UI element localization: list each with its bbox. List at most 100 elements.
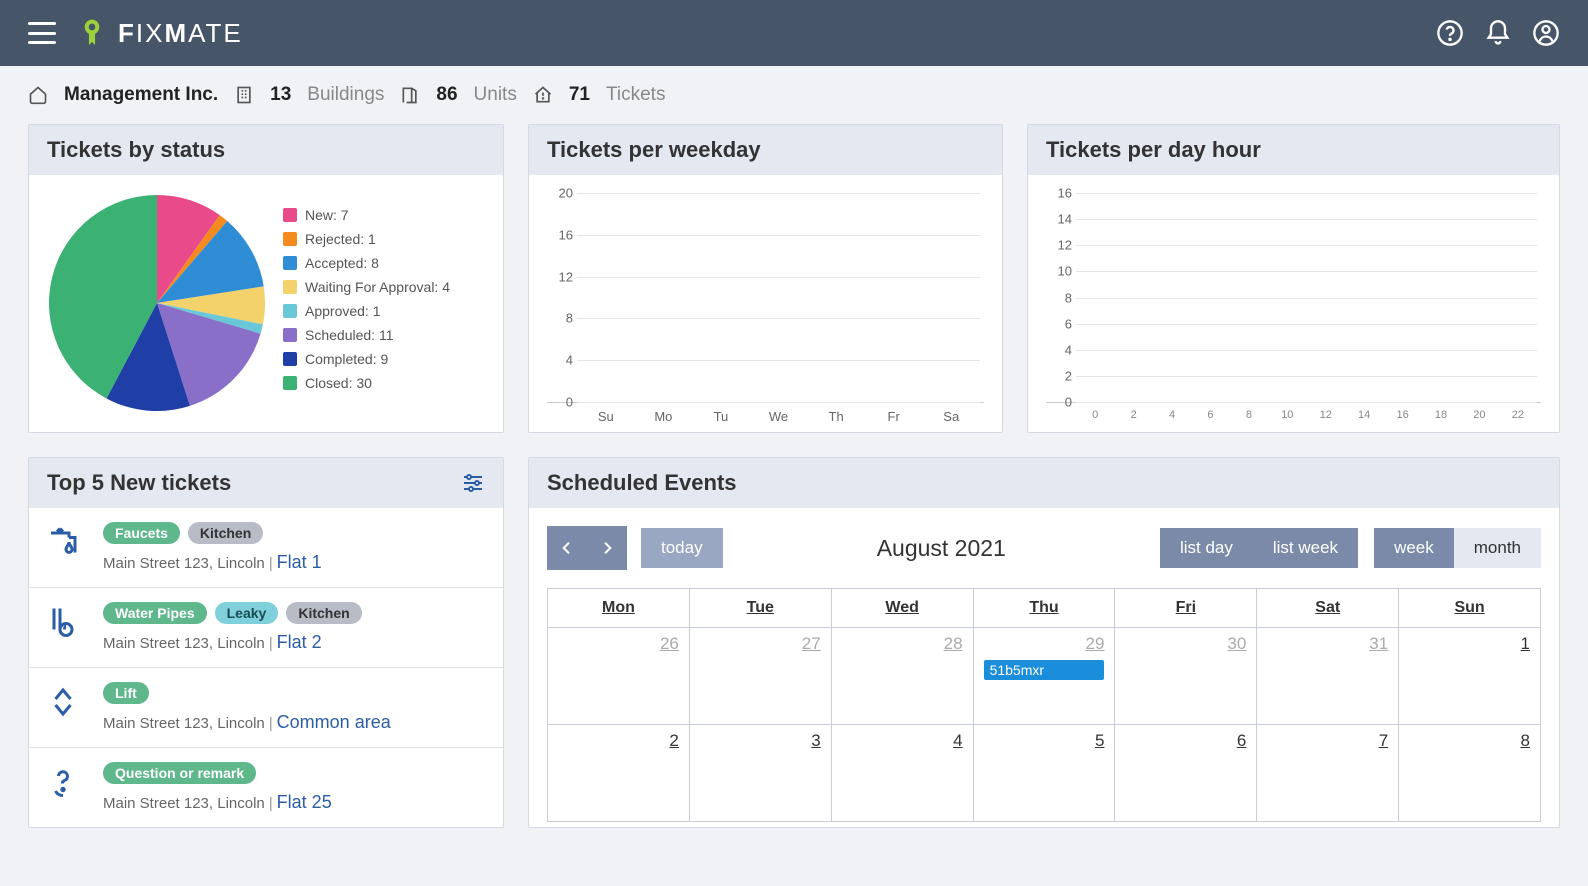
x-tick: 12	[1307, 403, 1345, 421]
calendar-weekday[interactable]: Wed	[832, 589, 974, 627]
calendar-date[interactable]: 3	[811, 731, 820, 751]
schedule-wrap: today August 2021 list day list week wee…	[529, 508, 1559, 822]
y-tick: 2	[1046, 368, 1072, 383]
legend-item[interactable]: Approved: 1	[283, 303, 450, 319]
tag[interactable]: Kitchen	[188, 522, 263, 544]
calendar-date[interactable]: 29	[1086, 634, 1105, 654]
building-icon	[234, 85, 254, 105]
calendar-weekday[interactable]: Sun	[1399, 589, 1540, 627]
ticket-type-icon	[45, 522, 85, 565]
calendar-date[interactable]: 26	[660, 634, 679, 654]
calendar-cell[interactable]: 30	[1115, 628, 1257, 724]
ticket-location: Main Street 123, Lincoln|Flat 2	[103, 632, 487, 653]
calendar-body: 26 27 28 29 51b5mxr 30 31 1 2 3 4 5 6 7 8	[548, 627, 1540, 821]
calendar-date[interactable]: 8	[1521, 731, 1530, 751]
pie-chart-wrap: New: 7 Rejected: 1 Accepted: 8 Waiting For …	[29, 175, 503, 431]
calendar-cell[interactable]: 31	[1257, 628, 1399, 724]
calendar-cell[interactable]: 5	[974, 725, 1116, 821]
calendar-weekday[interactable]: Mon	[548, 589, 690, 627]
y-tick: 4	[547, 353, 573, 368]
list-week-button[interactable]: list week	[1253, 528, 1358, 568]
legend-item[interactable]: New: 7	[283, 207, 450, 223]
tickets-count: 71	[569, 84, 590, 106]
calendar-date[interactable]: 5	[1095, 731, 1104, 751]
prev-button[interactable]	[547, 526, 587, 570]
legend-item[interactable]: Rejected: 1	[283, 231, 450, 247]
calendar-cell[interactable]: 4	[832, 725, 974, 821]
calendar-cell[interactable]: 1	[1399, 628, 1540, 724]
today-button[interactable]: today	[641, 528, 723, 568]
ticket-location: Main Street 123, Lincoln|Flat 25	[103, 792, 487, 813]
calendar-weekday[interactable]: Sat	[1257, 589, 1399, 627]
ticket-item[interactable]: FaucetsKitchen Main Street 123, Lincoln|…	[29, 508, 503, 587]
tag[interactable]: Faucets	[103, 522, 180, 544]
calendar-cell[interactable]: 7	[1257, 725, 1399, 821]
calendar-date[interactable]: 6	[1237, 731, 1246, 751]
card-title: Tickets per day hour	[1028, 125, 1559, 175]
calendar-cell[interactable]: 2	[548, 725, 690, 821]
schedule-title: August 2021	[877, 535, 1006, 562]
ticket-item[interactable]: Water Pipes Leaky Kitchen Main Street 123,…	[29, 587, 503, 667]
calendar-date[interactable]: 7	[1379, 731, 1388, 751]
user-icon[interactable]	[1532, 19, 1560, 47]
week-button[interactable]: week	[1374, 528, 1454, 568]
units-label: Units	[474, 84, 517, 106]
ticket-item[interactable]: Lift Main Street 123, Lincoln|Common are…	[29, 667, 503, 747]
breadcrumb: Management Inc. 13 Buildings 86 Units 71…	[0, 66, 1588, 124]
legend-item[interactable]: Waiting For Approval: 4	[283, 279, 450, 295]
x-tick: 2	[1114, 403, 1152, 421]
x-tick: 6	[1191, 403, 1229, 421]
list-day-button[interactable]: list day	[1160, 528, 1253, 568]
menu-icon[interactable]	[28, 22, 56, 44]
calendar-cell[interactable]: 8	[1399, 725, 1540, 821]
card-title: Top 5 New tickets	[29, 458, 503, 508]
filter-icon[interactable]	[461, 471, 485, 495]
tag[interactable]: Leaky	[215, 602, 279, 624]
month-button[interactable]: month	[1454, 528, 1541, 568]
next-button[interactable]	[587, 526, 627, 570]
tag[interactable]: Question or remark	[103, 762, 256, 784]
tag[interactable]: Kitchen	[286, 602, 361, 624]
legend-item[interactable]: Accepted: 8	[283, 255, 450, 271]
ticket-list: Faucets Kitchen Main Street 123, Lincoln|…	[29, 508, 503, 827]
calendar-weekday[interactable]: Tue	[690, 589, 832, 627]
x-tick: Su	[577, 403, 635, 424]
y-tick: 10	[1046, 264, 1072, 279]
calendar-cell[interactable]: 29 51b5mxr	[974, 628, 1116, 724]
calendar-date[interactable]: 1	[1521, 634, 1530, 654]
calendar-cell[interactable]: 3	[690, 725, 832, 821]
calendar-weekday[interactable]: Thu	[974, 589, 1116, 627]
card-title: Tickets by status	[29, 125, 503, 175]
bell-icon[interactable]	[1484, 19, 1512, 47]
legend-item[interactable]: Completed: 9	[283, 351, 450, 367]
calendar-weekday[interactable]: Fri	[1115, 589, 1257, 627]
calendar-date[interactable]: 28	[944, 634, 963, 654]
home-icon[interactable]	[28, 85, 48, 105]
calendar-cell[interactable]: 28	[832, 628, 974, 724]
company-name[interactable]: Management Inc.	[64, 84, 218, 106]
scheduled-events-card: Scheduled Events today August 2021	[528, 457, 1560, 828]
calendar-cell[interactable]: 6	[1115, 725, 1257, 821]
calendar-date[interactable]: 27	[802, 634, 821, 654]
calendar-event[interactable]: 51b5mxr	[984, 660, 1105, 680]
ticket-item[interactable]: Question or remark Main Street 123, Linc…	[29, 747, 503, 827]
top5-title: Top 5 New tickets	[47, 470, 231, 496]
nav-arrows	[547, 526, 627, 570]
ticket-type-icon	[45, 762, 85, 805]
calendar-date[interactable]: 2	[669, 731, 678, 751]
help-icon[interactable]	[1436, 19, 1464, 47]
logo[interactable]: FIXMATE	[76, 17, 243, 49]
chevron-right-icon	[599, 540, 615, 556]
x-tick: Sa	[922, 403, 980, 424]
x-tick: 0	[1076, 403, 1114, 421]
calendar-date[interactable]: 31	[1369, 634, 1388, 654]
legend-item[interactable]: Scheduled: 11	[283, 327, 450, 343]
y-tick: 0	[547, 395, 573, 410]
calendar-date[interactable]: 30	[1227, 634, 1246, 654]
legend-item[interactable]: Closed: 30	[283, 375, 450, 391]
tag[interactable]: Lift	[103, 682, 149, 704]
calendar-cell[interactable]: 27	[690, 628, 832, 724]
tag[interactable]: Water Pipes	[103, 602, 207, 624]
calendar-date[interactable]: 4	[953, 731, 962, 751]
calendar-cell[interactable]: 26	[548, 628, 690, 724]
